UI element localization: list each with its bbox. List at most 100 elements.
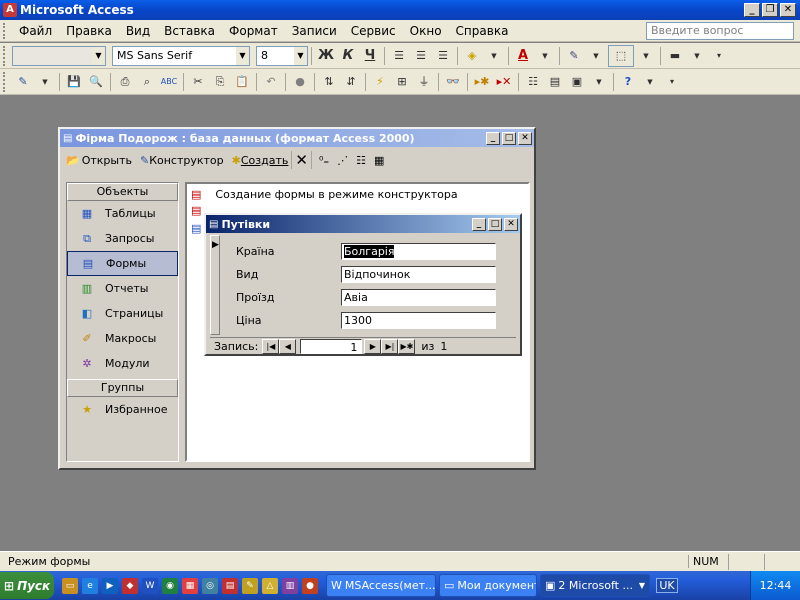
create-button[interactable]: Создать [241,154,289,167]
align-right-icon[interactable]: ☰ [433,46,453,66]
country-field[interactable]: Болгарія [341,243,496,260]
align-left-icon[interactable]: ☰ [389,46,409,66]
chevron-down-icon[interactable]: ▼ [294,46,307,65]
line-color-icon[interactable]: ✎ [564,46,584,66]
spelling-icon[interactable]: ABC [159,72,179,92]
chevron-down-icon[interactable]: ▼ [687,46,707,66]
objects-header[interactable]: Объекты [67,183,178,201]
app-icon[interactable]: ◎ [202,577,218,594]
fill-color-icon[interactable]: ◈ [462,46,482,66]
list-item[interactable]: ▤ Создание формы в режиме конструктора [187,184,528,204]
font-size-combo[interactable]: 8 ▼ [256,45,308,66]
chevron-down-icon[interactable]: ▼ [35,72,55,92]
minimize-icon[interactable]: _ [744,3,760,17]
chevron-down-icon[interactable]: ▼ [586,46,606,66]
line-width-icon[interactable]: ▬ [665,46,685,66]
align-center-icon[interactable]: ☰ [411,46,431,66]
object-combo[interactable]: ▼ [12,45,106,66]
chevron-down-icon[interactable]: ▼ [92,46,105,65]
sort-ascending-icon[interactable]: ⇅ [319,72,339,92]
menu-records[interactable]: Записи [285,20,344,42]
app-icon[interactable]: ✎ [242,577,258,594]
filter-by-form-icon[interactable]: ⊞ [392,72,412,92]
close-icon[interactable]: ✕ [518,131,532,145]
object-pages[interactable]: ◧ Страницы [67,301,178,326]
menu-file[interactable]: Файл [12,20,59,42]
chevron-down-icon[interactable]: ▼ [236,46,249,65]
menu-tools[interactable]: Сервис [344,20,403,42]
object-reports[interactable]: ▥ Отчеты [67,276,178,301]
database-window-icon[interactable]: ▤ [545,72,565,92]
undo-icon[interactable]: ↶ [261,72,281,92]
help-icon[interactable]: ? [618,72,638,92]
app-icon[interactable]: ◆ [122,577,138,594]
app-icon[interactable]: ▤ [222,577,238,594]
desktop-icon[interactable]: ▭ [62,577,78,594]
new-record-icon[interactable]: ▸✱ [472,72,492,92]
last-record-icon[interactable]: ▶| [381,338,399,354]
ie-icon[interactable]: e [82,577,98,594]
view-icon[interactable]: ✎ [13,72,33,92]
copy-icon[interactable]: ⎘ [210,72,230,92]
properties-icon[interactable]: ☷ [523,72,543,92]
new-object-icon[interactable]: ▣ [567,72,587,92]
menu-edit[interactable]: Правка [59,20,119,42]
object-queries[interactable]: ⧉ Запросы [67,226,178,251]
insert-hyperlink-icon[interactable]: ● [290,72,310,92]
prev-record-icon[interactable]: ◀ [279,338,297,354]
toolbar-options-icon[interactable]: ▾ [662,72,682,92]
first-record-icon[interactable]: |◀ [262,338,280,354]
chevron-down-icon[interactable]: ▼ [640,72,660,92]
type-field[interactable]: Відпочинок [341,266,496,283]
cut-icon[interactable]: ✂ [188,72,208,92]
paste-icon[interactable]: 📋 [232,72,252,92]
maximize-icon[interactable]: □ [502,131,516,145]
media-player-icon[interactable]: ▶ [102,577,118,594]
word-icon[interactable]: W [142,577,158,594]
app-icon[interactable]: ◉ [162,577,178,594]
font-color-icon[interactable]: A [513,46,533,66]
large-icons-icon[interactable]: ⁰₌ [319,154,329,167]
menu-grip[interactable] [3,22,9,39]
task-button-word[interactable]: W MSAccess(мет... [326,574,436,597]
language-indicator[interactable]: UK [653,578,681,593]
italic-button[interactable]: К [338,46,358,66]
restore-icon[interactable]: ❐ [762,3,778,17]
filter-by-selection-icon[interactable]: ⚡ [370,72,390,92]
ask-question-input[interactable]: Введите вопрос [646,22,794,40]
open-button[interactable]: Открыть [82,154,132,167]
close-icon[interactable]: ✕ [780,3,796,17]
design-button[interactable]: Конструктор [149,154,223,167]
groups-header[interactable]: Группы [67,379,178,397]
chevron-down-icon[interactable]: ▼ [484,46,504,66]
object-modules[interactable]: ✲ Модули [67,351,178,376]
apply-filter-icon[interactable]: ⏚ [414,72,434,92]
menu-window[interactable]: Окно [403,20,449,42]
delete-icon[interactable]: ✕ [295,151,308,169]
app-icon[interactable]: ▥ [282,577,298,594]
app-icon[interactable]: ▦ [182,577,198,594]
object-forms[interactable]: ▤ Формы [67,251,178,276]
app-icon[interactable]: ● [302,577,318,594]
task-button-documents[interactable]: ▭Мои документы [439,574,537,597]
next-record-icon[interactable]: ▶ [364,338,382,354]
clock[interactable]: 12:44 [760,579,792,592]
toolbar-options-icon[interactable]: ▾ [709,46,729,66]
object-macros[interactable]: ✐ Макросы [67,326,178,351]
chevron-down-icon[interactable]: ▼ [636,46,656,66]
chevron-down-icon[interactable]: ▼ [589,72,609,92]
minimize-icon[interactable]: _ [472,217,486,231]
price-field[interactable]: 1300 [341,312,496,329]
print-preview-icon[interactable]: ⌕ [137,72,157,92]
toolbar-grip[interactable] [3,45,9,66]
list-view-icon[interactable]: ☷ [356,154,366,167]
chevron-down-icon[interactable]: ▼ [535,46,555,66]
bold-button[interactable]: Ж [316,46,336,66]
find-icon[interactable]: 👓 [443,72,463,92]
save-icon[interactable]: 💾 [64,72,84,92]
new-record-icon[interactable]: ▶✱ [398,338,416,354]
maximize-icon[interactable]: □ [488,217,502,231]
menu-insert[interactable]: Вставка [157,20,222,42]
record-selector[interactable]: ▶ [210,235,220,335]
menu-view[interactable]: Вид [119,20,157,42]
